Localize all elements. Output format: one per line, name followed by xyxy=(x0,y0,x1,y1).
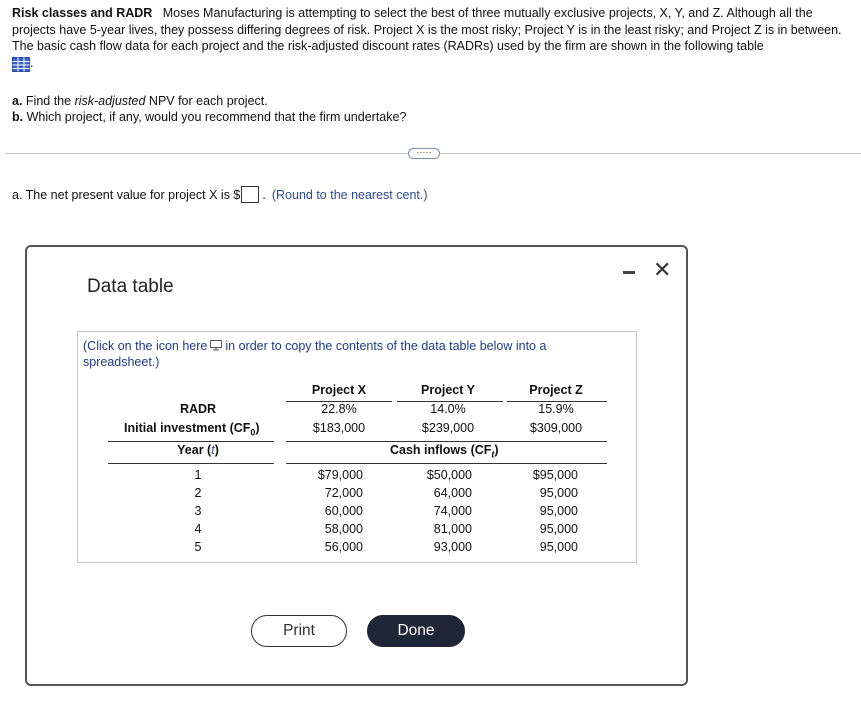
x-flow-3: 60,000 xyxy=(324,504,363,518)
data-table-panel: (Click on the icon here in order to copy … xyxy=(77,331,637,563)
rule-right xyxy=(286,441,607,442)
npv-x-input[interactable] xyxy=(241,186,260,203)
copy-instructions: (Click on the icon here in order to copy … xyxy=(83,339,547,369)
expand-button[interactable]: ····· xyxy=(408,148,440,159)
answer-prompt: a. The net present value for project X i… xyxy=(12,187,241,202)
print-button[interactable]: Print xyxy=(251,615,347,647)
year-3: 3 xyxy=(194,504,202,518)
z-flow-2: 95,000 xyxy=(539,486,578,500)
col-header-project-x: Project X xyxy=(311,383,367,397)
cash-inflows-label: Cash inflows (CFt) xyxy=(390,443,499,460)
radr-z: 15.9% xyxy=(538,402,574,416)
problem-statement: Risk classes and RADR Moses Manufacturin… xyxy=(12,5,854,72)
minimize-icon[interactable] xyxy=(623,271,635,274)
done-button[interactable]: Done xyxy=(367,615,465,647)
z-flow-3: 95,000 xyxy=(539,504,578,518)
z-flow-1: $95,000 xyxy=(532,468,578,482)
x-flow-2: 72,000 xyxy=(324,486,363,500)
year-5: 5 xyxy=(194,540,202,554)
rounding-hint: (Round to the nearest cent.) xyxy=(271,187,428,202)
part-a: a. Find the risk-adjusted NPV for each p… xyxy=(12,94,268,108)
y-flow-5: 93,000 xyxy=(433,540,472,554)
answer-line: a. The net present value for project X i… xyxy=(12,186,428,203)
year-1: 1 xyxy=(194,468,202,482)
investment-label: Initial investment (CF0) xyxy=(124,421,260,438)
rule-left-2 xyxy=(108,463,274,464)
year-2: 2 xyxy=(194,486,202,500)
radr-x: 22.8% xyxy=(321,402,357,416)
data-table-dialog: Data table ✕ (Click on the icon here in o… xyxy=(25,245,688,686)
rule-left xyxy=(108,441,274,442)
year-label: Year (t) xyxy=(177,443,219,457)
part-b: b. Which project, if any, would you reco… xyxy=(12,110,407,124)
radr-y: 14.0% xyxy=(430,402,466,416)
z-flow-5: 95,000 xyxy=(539,540,578,554)
year-4: 4 xyxy=(194,522,202,536)
x-flow-4: 58,000 xyxy=(324,522,363,536)
dialog-title: Data table xyxy=(87,276,174,297)
x-flow-5: 56,000 xyxy=(324,540,363,554)
copy-to-spreadsheet-icon[interactable] xyxy=(210,339,223,351)
rule-right-2 xyxy=(286,463,607,464)
investment-z: $309,000 xyxy=(529,421,583,435)
radr-label: RADR xyxy=(179,402,217,416)
col-header-project-y: Project Y xyxy=(421,383,475,397)
investment-x: $183,000 xyxy=(312,421,366,435)
y-flow-4: 81,000 xyxy=(433,522,472,536)
problem-title: Risk classes and RADR xyxy=(12,6,153,20)
y-flow-1: $50,000 xyxy=(426,468,472,482)
y-flow-2: 64,000 xyxy=(433,486,472,500)
close-icon[interactable]: ✕ xyxy=(653,259,671,281)
question-parts: a. Find the risk-adjusted NPV for each p… xyxy=(12,93,406,125)
investment-y: $239,000 xyxy=(421,421,475,435)
y-flow-3: 74,000 xyxy=(433,504,472,518)
x-flow-1: $79,000 xyxy=(317,468,363,482)
table-grid-icon[interactable] xyxy=(12,56,30,72)
col-header-project-z: Project Z xyxy=(529,383,583,397)
z-flow-4: 95,000 xyxy=(539,522,578,536)
